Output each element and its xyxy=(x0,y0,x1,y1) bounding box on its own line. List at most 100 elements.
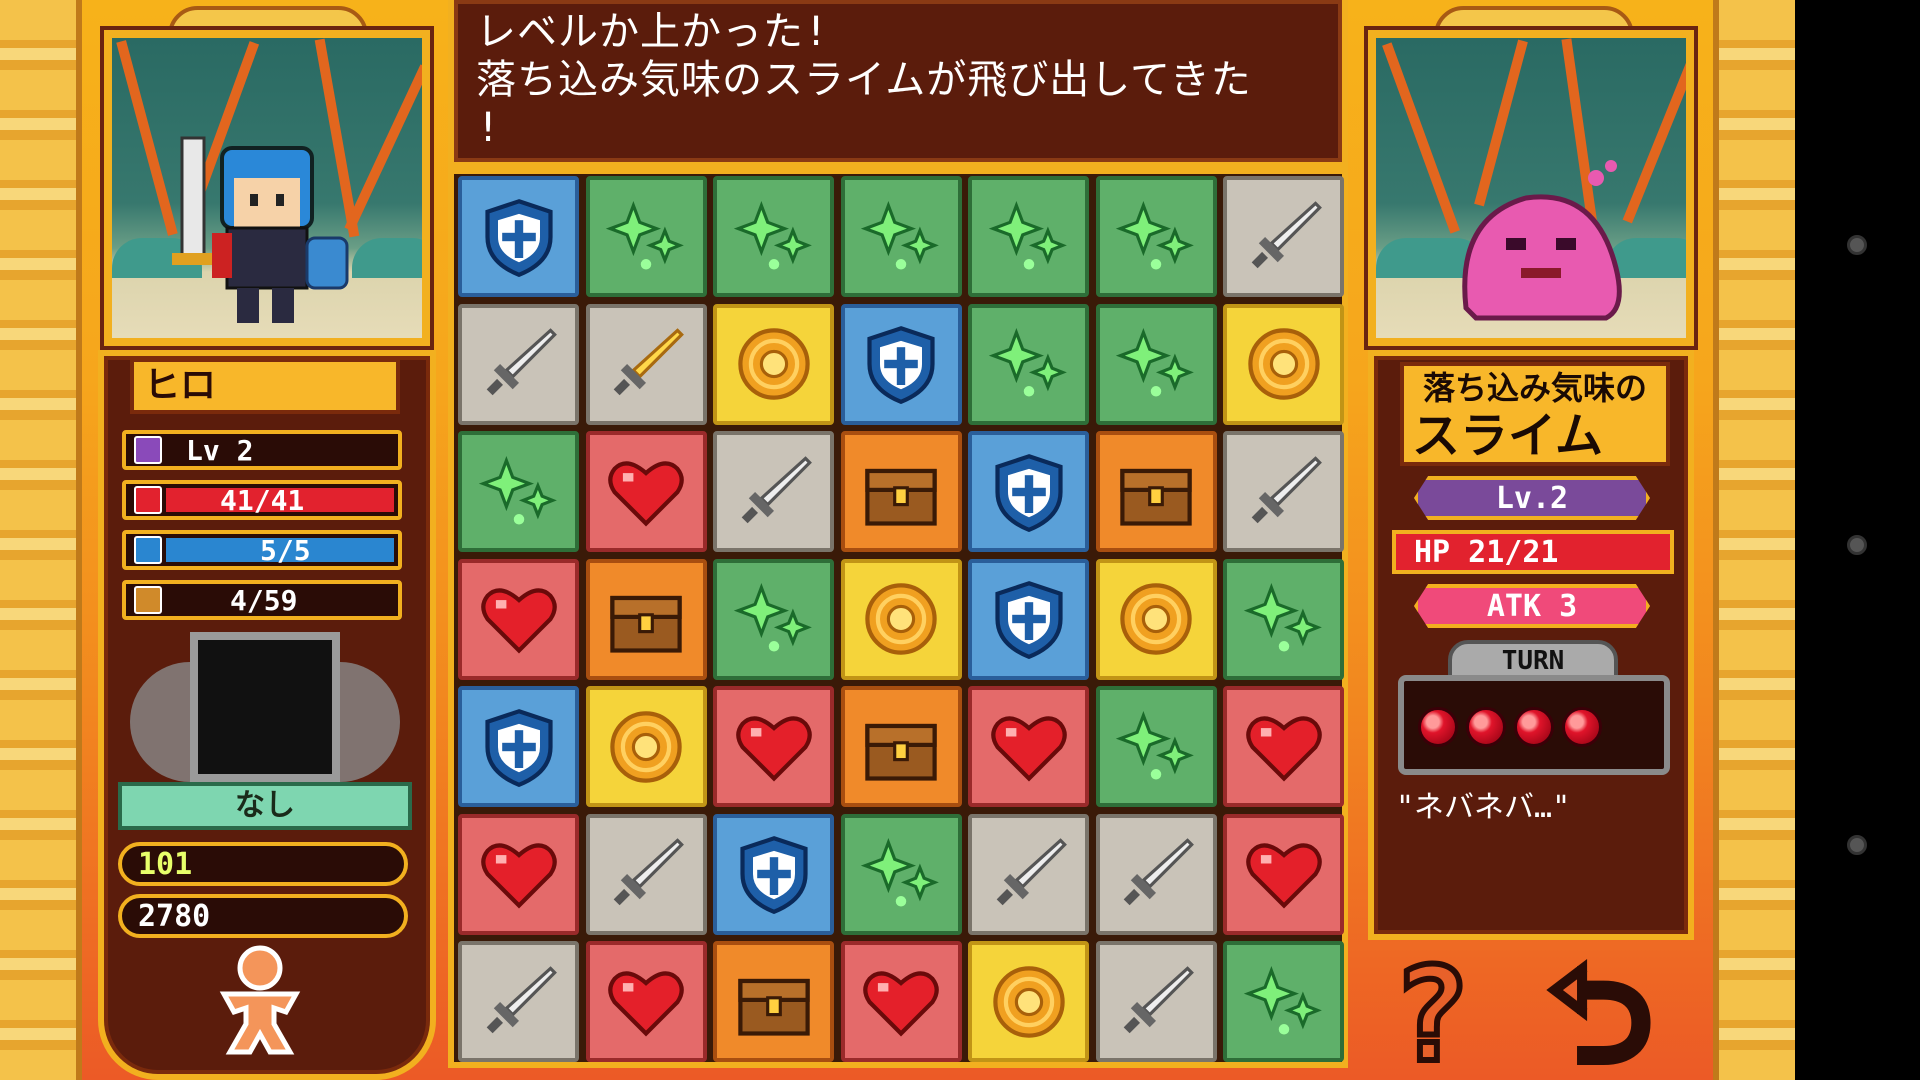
shield-tile[interactable] xyxy=(458,176,579,297)
heart-icon xyxy=(134,486,162,514)
level-icon xyxy=(134,436,162,464)
gem-tile[interactable] xyxy=(968,176,1089,297)
gem-tile[interactable] xyxy=(1095,176,1217,297)
sword-icon xyxy=(613,838,684,906)
heart-icon xyxy=(480,588,557,654)
score-counter: 2780 xyxy=(118,894,408,938)
shield-tile[interactable] xyxy=(458,686,579,807)
shield-tile[interactable] xyxy=(968,431,1089,552)
hero-def-bar: 5/5 xyxy=(122,530,402,570)
sword-icon xyxy=(1251,455,1322,523)
turn-orb xyxy=(1418,707,1458,747)
equip-frame xyxy=(190,632,340,782)
gem-tile[interactable] xyxy=(713,176,834,297)
sword-tile[interactable] xyxy=(458,303,579,425)
heart-icon xyxy=(863,970,939,1036)
chest-icon xyxy=(134,586,162,614)
shield-tile[interactable] xyxy=(840,303,962,425)
equip-label: なし xyxy=(118,782,412,830)
puzzle-board[interactable] xyxy=(448,168,1348,1068)
equip-slot[interactable]: なし xyxy=(118,632,412,832)
gem-icon xyxy=(1115,200,1194,270)
help-button[interactable]: ? xyxy=(1389,947,1473,1080)
gem-icon xyxy=(860,200,939,270)
nav-home-dot[interactable] xyxy=(1847,535,1867,555)
chest-tile[interactable] xyxy=(840,431,962,552)
gem-icon xyxy=(1243,583,1322,652)
sword-tile[interactable] xyxy=(585,813,707,935)
shield-tile[interactable] xyxy=(968,558,1089,680)
enemy-name: 落ち込み気味の スライム xyxy=(1400,362,1670,466)
gem-tile[interactable] xyxy=(968,303,1089,425)
heart-tile[interactable] xyxy=(585,941,707,1062)
chest-icon xyxy=(737,978,810,1036)
sword-icon xyxy=(1123,965,1194,1033)
gold-tile[interactable] xyxy=(840,558,962,680)
shield-icon xyxy=(484,198,553,277)
gold-icon xyxy=(1247,328,1320,400)
sword-tile[interactable] xyxy=(713,431,834,552)
chest-icon xyxy=(865,468,937,526)
gold-tile[interactable] xyxy=(1223,303,1344,425)
gold-tile[interactable] xyxy=(968,941,1089,1062)
gem-tile[interactable] xyxy=(585,176,707,297)
gold-tile[interactable] xyxy=(585,686,707,807)
nav-recent-dot[interactable] xyxy=(1847,835,1867,855)
sword-tile[interactable] xyxy=(1223,176,1344,297)
gold-icon xyxy=(1120,583,1192,655)
gold-icon xyxy=(992,965,1065,1038)
chest-icon xyxy=(610,595,682,653)
gem-tile[interactable] xyxy=(1095,303,1217,425)
back-button[interactable]: ⮌ xyxy=(1545,947,1655,1080)
heart-tile[interactable] xyxy=(458,813,579,935)
gem-tile[interactable] xyxy=(713,558,834,680)
heart-tile[interactable] xyxy=(713,686,834,807)
hero-level-bar: Lv 2 xyxy=(122,430,402,470)
sword-tile[interactable] xyxy=(1223,431,1344,552)
enemy-hp: HP 21/21 xyxy=(1392,530,1674,574)
heart-icon xyxy=(990,715,1067,781)
gem-tile[interactable] xyxy=(1223,558,1344,680)
gem-tile[interactable] xyxy=(840,176,962,297)
shield-icon xyxy=(994,453,1063,532)
hero-level: Lv 2 xyxy=(186,433,254,467)
gold-icon xyxy=(865,583,937,655)
sword-tile[interactable] xyxy=(968,813,1089,935)
hero-hp: 41/41 xyxy=(220,483,305,517)
nav-back-dot[interactable] xyxy=(1847,235,1867,255)
fire-tile[interactable] xyxy=(585,303,707,425)
heart-tile[interactable] xyxy=(968,686,1089,807)
heart-tile[interactable] xyxy=(585,431,707,552)
heart-tile[interactable] xyxy=(1223,686,1344,807)
chest-tile[interactable] xyxy=(585,558,707,680)
turn-orb xyxy=(1514,707,1554,747)
sword-tile[interactable] xyxy=(458,941,579,1062)
hero-exp-bar: 4/59 xyxy=(122,580,402,620)
sword-icon xyxy=(486,328,557,396)
gem-icon xyxy=(733,583,812,652)
sword-tile[interactable] xyxy=(1095,941,1217,1062)
heart-tile[interactable] xyxy=(1223,813,1344,935)
shield-icon xyxy=(134,536,162,564)
chest-tile[interactable] xyxy=(713,941,834,1062)
gem-tile[interactable] xyxy=(840,813,962,935)
sword-tile[interactable] xyxy=(1095,813,1217,935)
gold-tile[interactable] xyxy=(713,303,834,425)
gem-tile[interactable] xyxy=(458,431,579,552)
shield-icon xyxy=(484,708,553,787)
slime-sprite xyxy=(1462,160,1622,321)
chest-tile[interactable] xyxy=(1095,431,1217,552)
message-box: レベルか上かった! 落ち込み気味のスライムが飛び出してきた ! xyxy=(448,0,1348,168)
chest-tile[interactable] xyxy=(840,686,962,807)
sword-icon xyxy=(486,965,557,1033)
gem-tile[interactable] xyxy=(1095,686,1217,807)
gem-tile[interactable] xyxy=(1223,941,1344,1062)
gem-icon xyxy=(733,200,812,270)
right-wing-decoration xyxy=(330,662,400,782)
enemy-speech: "ネバネバ…" xyxy=(1396,790,1571,825)
heart-tile[interactable] xyxy=(840,941,962,1062)
shield-tile[interactable] xyxy=(713,813,834,935)
heart-tile[interactable] xyxy=(458,558,579,680)
character-menu-icon[interactable] xyxy=(210,944,310,1058)
gold-tile[interactable] xyxy=(1095,558,1217,680)
